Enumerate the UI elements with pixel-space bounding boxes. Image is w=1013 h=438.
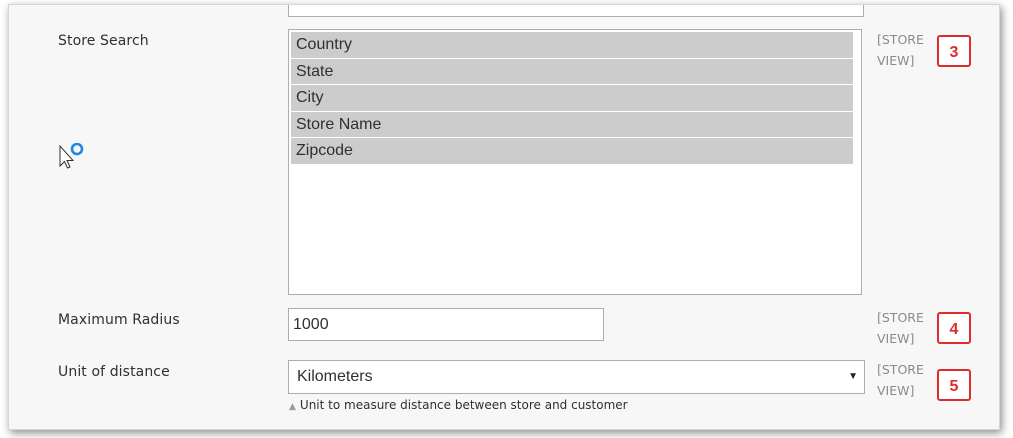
unit-of-distance-note: ▲ Unit to measure distance between store … [289,398,628,412]
caret-down-icon: ▼ [848,371,858,382]
annotation-badge-3: 3 [937,35,971,67]
scope-line-1: [STORE [877,310,924,325]
store-search-multiselect[interactable]: Country State City Store Name Zipcode [288,29,862,295]
store-search-scope: [STORE VIEW] [877,29,924,71]
maximum-radius-label: Maximum Radius [58,312,180,328]
triangle-up-icon: ▲ [289,402,296,412]
scope-line-1: [STORE [877,362,924,377]
previous-field-input[interactable] [288,5,864,17]
maximum-radius-scope: [STORE VIEW] [877,307,924,349]
scope-line-1: [STORE [877,32,924,47]
unit-of-distance-scope: [STORE VIEW] [877,359,924,401]
unit-of-distance-label: Unit of distance [58,364,170,380]
busy-cursor-icon [59,143,84,169]
scope-line-2: VIEW] [877,53,915,68]
maximum-radius-input[interactable] [288,308,604,341]
store-search-label: Store Search [58,33,149,49]
option-zipcode[interactable]: Zipcode [291,138,853,164]
annotation-badge-5: 5 [937,369,971,401]
option-state[interactable]: State [291,58,853,84]
scope-line-2: VIEW] [877,331,915,346]
scope-line-2: VIEW] [877,383,915,398]
note-text: Unit to measure distance between store a… [299,398,628,412]
option-store-name[interactable]: Store Name [291,111,853,137]
unit-of-distance-select[interactable]: Kilometers ▼ [288,360,865,394]
unit-of-distance-value: Kilometers [297,368,373,385]
option-country[interactable]: Country [291,32,853,58]
annotation-badge-4: 4 [937,312,971,344]
option-city[interactable]: City [291,85,853,111]
config-panel: Store Search Country State City Store Na… [8,4,1000,430]
